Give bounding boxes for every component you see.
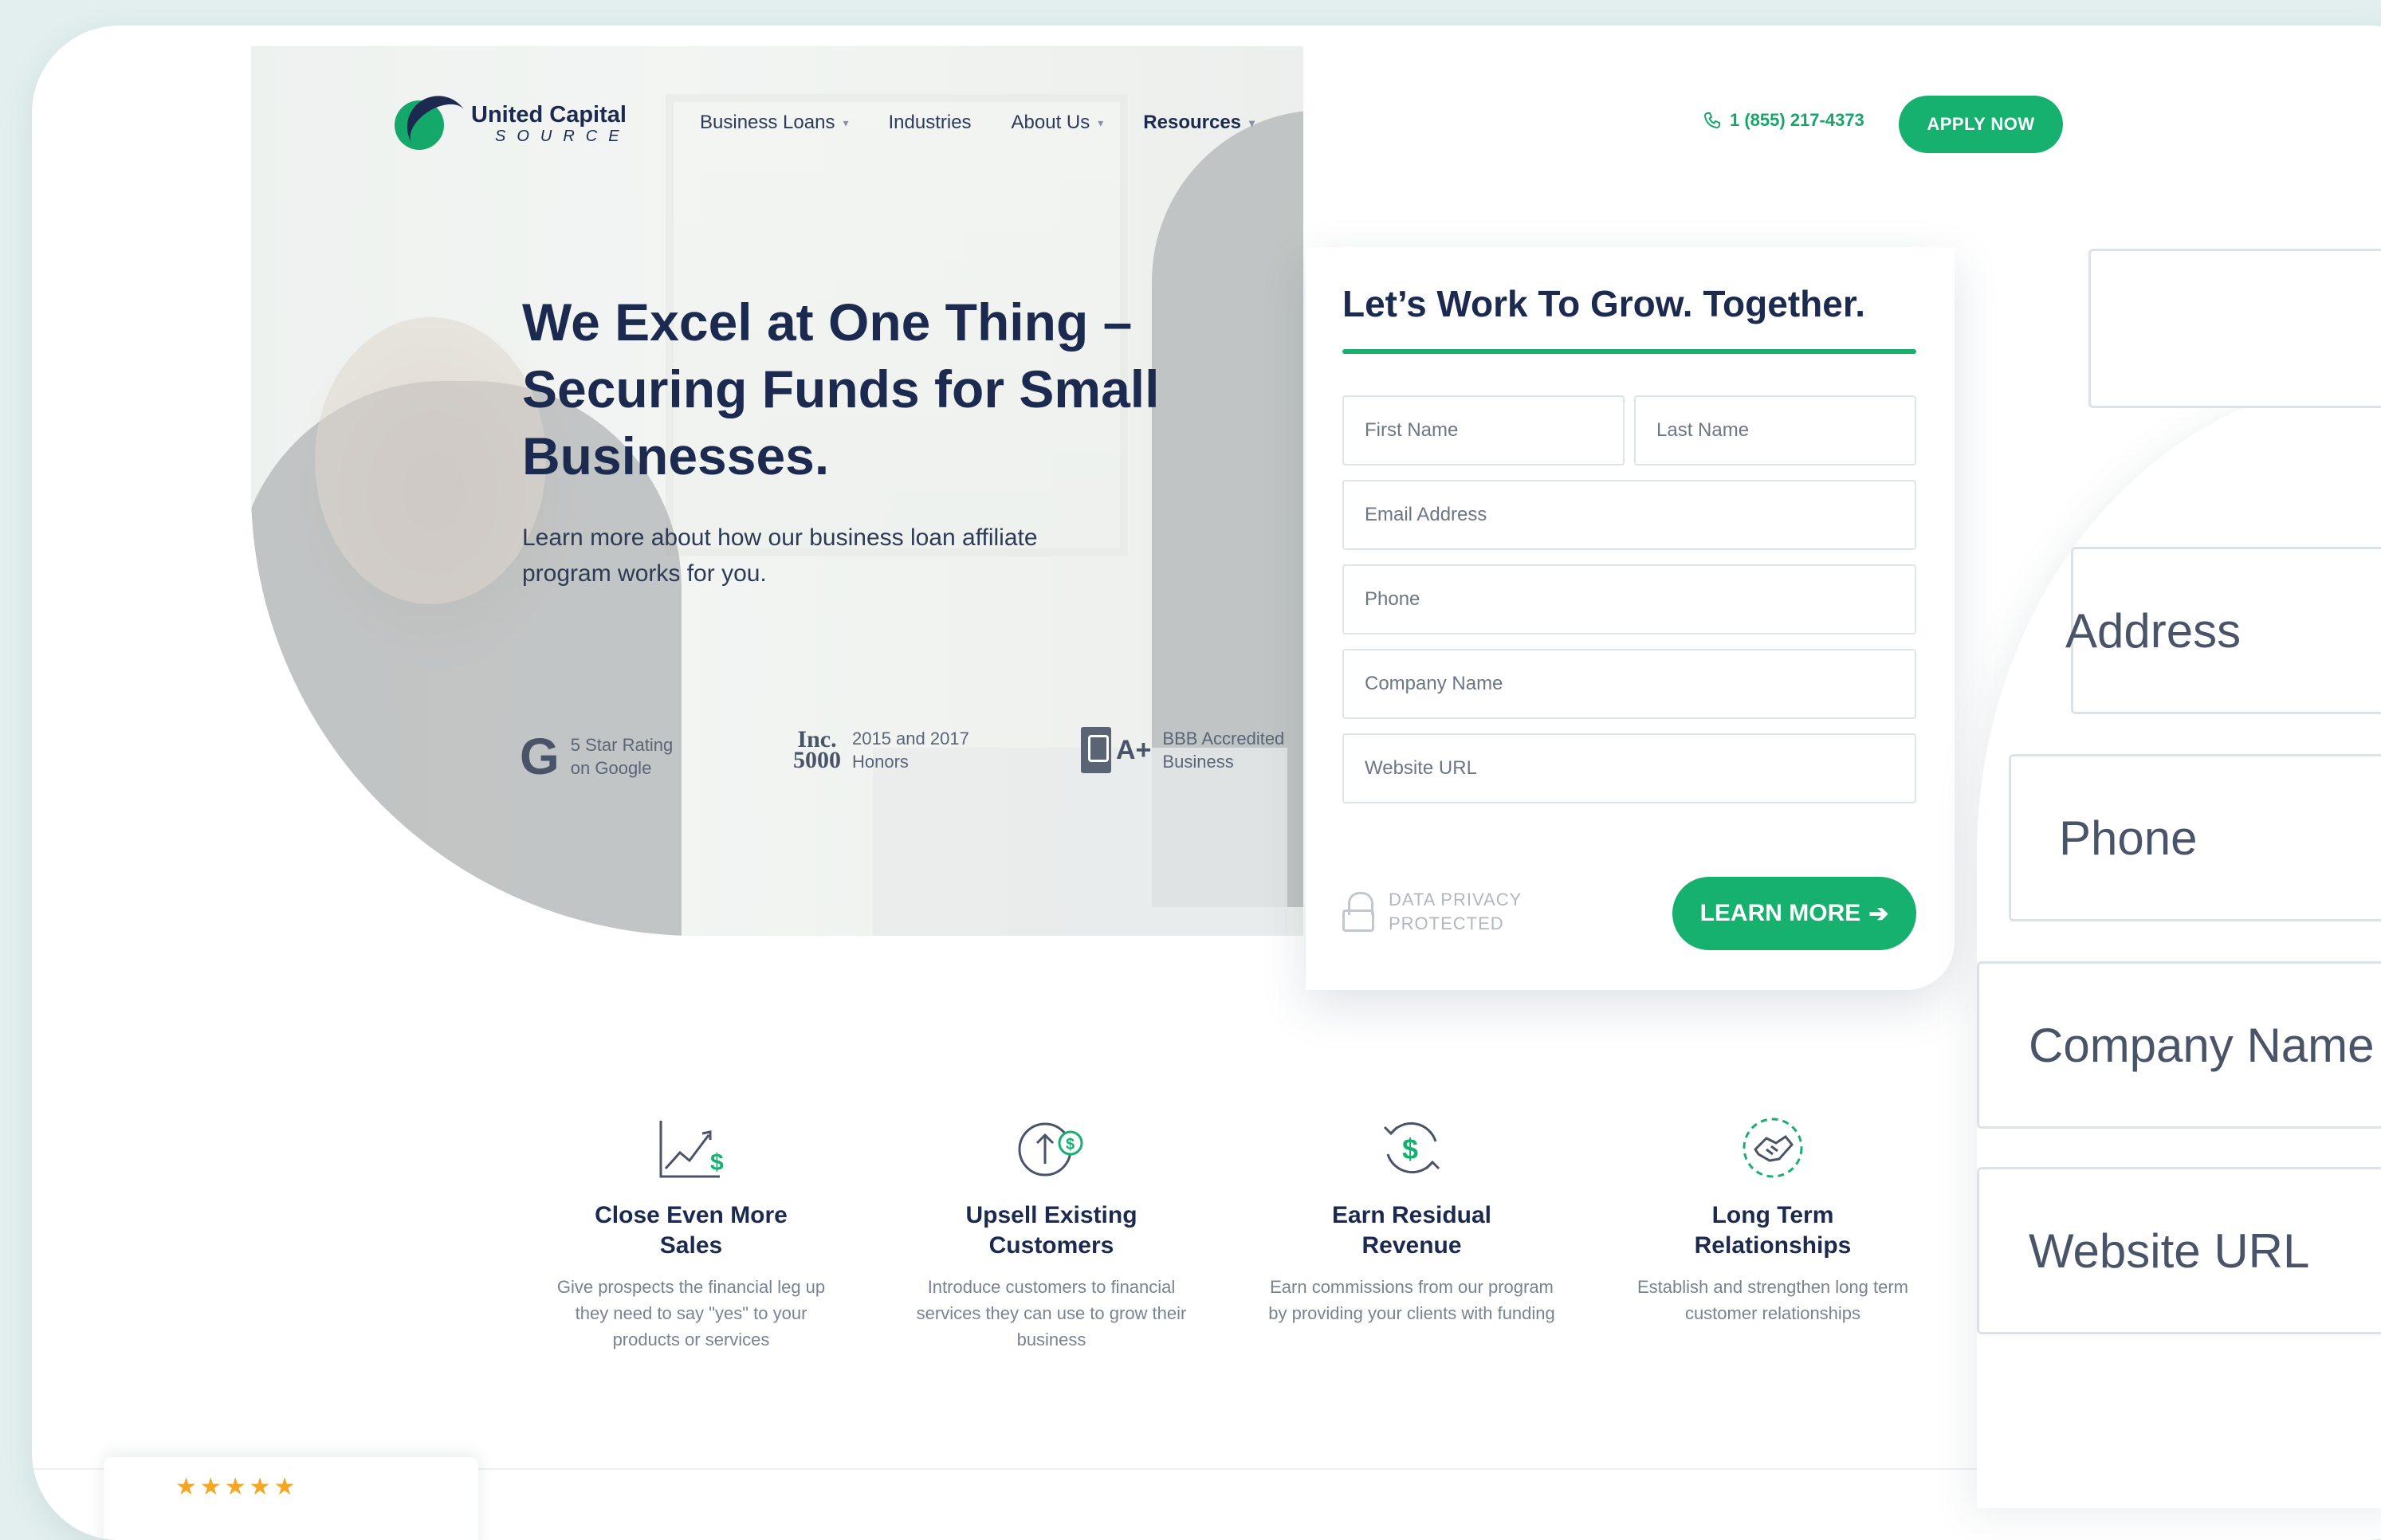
zoom-website-field: Website URL bbox=[1977, 1167, 2381, 1334]
badge-text-line1: 2015 and 2017 bbox=[852, 729, 969, 748]
chevron-down-icon: ▾ bbox=[1098, 116, 1104, 129]
learn-more-button[interactable]: LEARN MORE ➔ bbox=[1672, 877, 1916, 950]
phone-input[interactable] bbox=[1342, 564, 1916, 634]
chevron-down-icon: ▾ bbox=[843, 116, 849, 129]
website-url-input[interactable] bbox=[1342, 733, 1916, 803]
review-card[interactable]: ★★★★★ bbox=[104, 1457, 478, 1540]
nav-item-label: Business Loans bbox=[700, 112, 835, 133]
nav-item-label: Industries bbox=[888, 112, 972, 133]
feature-residual: $ Earn Residual Revenue Earn commissions … bbox=[1268, 1110, 1555, 1326]
hero-background-photo bbox=[251, 46, 1303, 936]
main-nav: Business Loans ▾ Industries About Us ▾ R… bbox=[700, 112, 1295, 134]
hero-title: We Excel at One Thing – Securing Funds f… bbox=[522, 293, 1160, 485]
zoom-company-field: Company Name bbox=[1977, 961, 2381, 1129]
phone-icon bbox=[1703, 112, 1720, 129]
feature-title: Long Term Relationships bbox=[1694, 1202, 1852, 1259]
photo-overlay bbox=[251, 46, 1303, 936]
badge-text-line1: 5 Star Rating bbox=[570, 735, 674, 755]
first-name-input[interactable] bbox=[1342, 395, 1625, 466]
zoomed-form-detail: Address Phone Company Name Website URL bbox=[1977, 249, 2381, 1508]
nav-item-industries[interactable]: Industries bbox=[888, 112, 971, 134]
zoom-field-label: Phone bbox=[2059, 811, 2198, 865]
logo-swoosh-icon bbox=[395, 84, 472, 155]
bbb-badge: A+ BBB Accredited Business bbox=[1081, 727, 1284, 773]
email-input[interactable] bbox=[1342, 480, 1916, 550]
nav-item-label: Resources bbox=[1143, 112, 1242, 133]
inc5000-logo-icon: Inc. 5000 bbox=[793, 728, 841, 773]
company-name-input[interactable] bbox=[1342, 649, 1916, 719]
star-rating-icon: ★★★★★ bbox=[175, 1474, 299, 1500]
privacy-line1: DATA PRIVACY bbox=[1389, 890, 1523, 909]
chevron-down-icon: ▾ bbox=[1249, 116, 1255, 129]
google-g-icon: G bbox=[520, 728, 560, 785]
nav-item-resources[interactable]: Resources ▾ bbox=[1143, 112, 1255, 134]
arrow-right-icon: ➔ bbox=[1868, 900, 1889, 927]
form-title: Let’s Work To Grow. Together. bbox=[1342, 283, 1865, 324]
lock-icon bbox=[1342, 892, 1374, 932]
logo-text: United Capital SOURCE bbox=[471, 101, 631, 145]
phone-number: 1 (855) 217-4373 bbox=[1730, 110, 1864, 130]
last-name-input[interactable] bbox=[1634, 395, 1916, 466]
badge-text-line2: Business bbox=[1162, 752, 1234, 772]
bbb-rating: A+ bbox=[1116, 734, 1152, 765]
feature-close-sales: $ Close Even More Sales Give prospects th… bbox=[548, 1110, 835, 1353]
upsell-arrow-dollar-icon: $ bbox=[1018, 1122, 1083, 1177]
privacy-text: DATA PRIVACY PROTECTED bbox=[1389, 888, 1522, 936]
zoom-phone-field: Phone bbox=[2009, 754, 2381, 921]
badge-text-line1: BBB Accredited bbox=[1162, 729, 1285, 748]
google-rating-badge: G 5 Star Rating on Google bbox=[520, 727, 673, 786]
form-title-underline bbox=[1342, 349, 1916, 354]
logo-name-line2: SOURCE bbox=[495, 127, 631, 145]
data-privacy-note: DATA PRIVACY PROTECTED bbox=[1342, 888, 1522, 936]
hero-subtitle: Learn more about how our business loan a… bbox=[522, 524, 1038, 587]
svg-text:$: $ bbox=[1066, 1136, 1075, 1153]
feature-upsell: $ Upsell Existing Customers Introduce cus… bbox=[908, 1110, 1195, 1353]
svg-text:$: $ bbox=[1402, 1133, 1418, 1165]
badge-text: BBB Accredited Business bbox=[1162, 727, 1284, 773]
badge-text: 2015 and 2017 Honors bbox=[852, 727, 969, 773]
zoom-email-field: Address bbox=[2065, 547, 2381, 714]
handshake-icon bbox=[1743, 1118, 1803, 1178]
nav-item-about-us[interactable]: About Us ▾ bbox=[1012, 112, 1104, 134]
zoom-field-label: Company Name bbox=[2029, 1018, 2375, 1072]
lead-form: Let’s Work To Grow. Together. DATA PRIVA… bbox=[1306, 247, 1955, 990]
brand-logo[interactable]: United Capital SOURCE bbox=[395, 84, 631, 155]
bbb-logo-icon: A+ bbox=[1081, 727, 1151, 773]
feature-title: Close Even More Sales bbox=[595, 1202, 788, 1259]
feature-relationships: Long Term Relationships Establish and str… bbox=[1629, 1110, 1916, 1326]
growth-chart-dollar-icon: $ bbox=[659, 1121, 724, 1178]
inc5000-badge: Inc. 5000 2015 and 2017 Honors bbox=[793, 727, 969, 773]
feature-description: Earn commissions from our program by pro… bbox=[1268, 1277, 1555, 1323]
svg-text:$: $ bbox=[710, 1149, 724, 1176]
apply-now-button[interactable]: APPLY NOW bbox=[1899, 96, 2063, 153]
nav-item-business-loans[interactable]: Business Loans ▾ bbox=[700, 112, 848, 134]
badge-text-line2: Honors bbox=[852, 752, 909, 772]
feature-title: Upsell Existing Customers bbox=[965, 1202, 1137, 1259]
zoom-field-top bbox=[2088, 249, 2381, 408]
badge-text: 5 Star Rating on Google bbox=[571, 733, 673, 780]
learn-more-label: LEARN MORE bbox=[1699, 900, 1861, 926]
privacy-line2: PROTECTED bbox=[1389, 913, 1504, 933]
feature-description: Introduce customers to financial service… bbox=[916, 1277, 1187, 1349]
logo-name-line1: United Capital bbox=[471, 101, 627, 128]
inc-mark-line2: 5000 bbox=[793, 747, 841, 773]
feature-title: Earn Residual Revenue bbox=[1331, 1202, 1492, 1259]
page-card: United Capital SOURCE Business Loans ▾ I… bbox=[32, 26, 2381, 1540]
recurring-dollar-icon: $ bbox=[1383, 1122, 1440, 1174]
phone-link[interactable]: 1 (855) 217-4373 bbox=[1703, 110, 1864, 131]
zoom-field-label: Address bbox=[2065, 603, 2242, 658]
feature-description: Establish and strengthen long term custo… bbox=[1637, 1277, 1908, 1323]
nav-item-label: About Us bbox=[1011, 112, 1090, 133]
badge-text-line2: on Google bbox=[570, 758, 652, 778]
zoom-field-label: Website URL bbox=[2029, 1224, 2310, 1278]
feature-description: Give prospects the financial leg up they… bbox=[556, 1277, 826, 1349]
